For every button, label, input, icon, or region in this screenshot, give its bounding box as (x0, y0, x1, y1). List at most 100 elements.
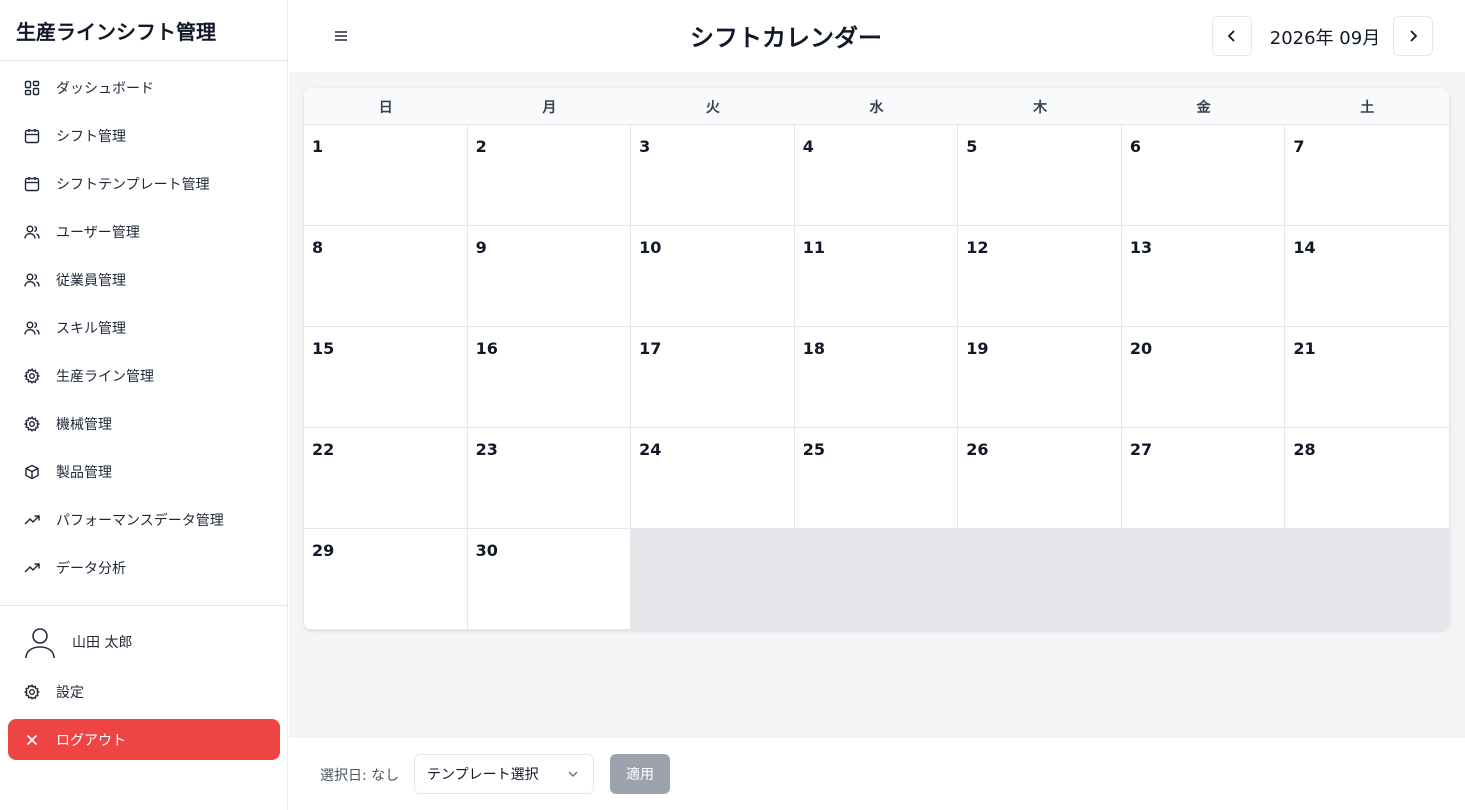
prev-month-button[interactable] (1212, 16, 1252, 56)
calendar-day-cell[interactable]: 11 (794, 226, 959, 327)
template-select-value: テンプレート選択 (427, 767, 539, 783)
users-icon (24, 224, 40, 240)
sidebar-item-shift-template[interactable]: シフトテンプレート管理 (8, 164, 280, 204)
sidebar: 生産ラインシフト管理 ダッシュボード シフト管理 シフトテンプレート管理 ユーザ… (0, 0, 288, 810)
sidebar-item-label: データ分析 (56, 561, 126, 577)
day-number: 23 (475, 440, 498, 459)
sidebar-item-label: 機械管理 (56, 417, 112, 433)
sidebar-item-production-lines[interactable]: 生産ライン管理 (8, 356, 280, 396)
calendar-day-cell[interactable]: 25 (794, 428, 959, 529)
calendar-icon (24, 176, 40, 192)
calendar-day-cell[interactable]: 8 (304, 226, 468, 327)
sidebar-item-products[interactable]: 製品管理 (8, 452, 280, 492)
sidebar-item-skills[interactable]: スキル管理 (8, 308, 280, 348)
calendar-day-cell[interactable]: 27 (1121, 428, 1286, 529)
next-month-button[interactable] (1393, 16, 1433, 56)
chevron-left-icon (1227, 29, 1237, 43)
day-number: 28 (1293, 440, 1316, 459)
calendar-day-cell[interactable]: 5 (958, 125, 1122, 226)
sidebar-item-employees[interactable]: 従業員管理 (8, 260, 280, 300)
calendar-day-cell[interactable]: 9 (467, 226, 632, 327)
calendar-day-cell[interactable]: 1 (304, 125, 468, 226)
calendar-day-cell[interactable]: 28 (1285, 428, 1449, 529)
gear-icon (24, 684, 40, 700)
logout-button[interactable]: ログアウト (8, 719, 280, 760)
weekday-label: 月 (542, 99, 557, 116)
calendar-day-cell[interactable]: 21 (1285, 327, 1449, 428)
day-number: 3 (639, 137, 651, 156)
sidebar-item-label: 設定 (56, 685, 84, 701)
shift-calendar: 日月火水木金土 1 2 3 4 5 6 7 8 9 10 11 12 13 14 15 16 17 18 19 20 2… (304, 88, 1449, 630)
dashboard-icon (24, 80, 40, 96)
calendar-day-cell[interactable]: 10 (631, 226, 795, 327)
calendar-day-cell[interactable]: 17 (631, 327, 795, 428)
sidebar-item-label: ダッシュボード (56, 81, 154, 97)
day-number: 24 (639, 440, 662, 459)
logout-label: ログアウト (56, 732, 126, 749)
trending-up-icon (24, 560, 40, 576)
calendar-day-cell[interactable]: 4 (794, 125, 959, 226)
day-number: 16 (475, 339, 498, 358)
day-number: 25 (802, 440, 825, 459)
calendar-day-cell[interactable]: 22 (304, 428, 468, 529)
box-icon (24, 464, 40, 480)
main-area: シフトカレンダー 2026年 09月 日月火水木金土 1 2 3 4 5 6 7 8 9 10 11… (289, 0, 1465, 810)
bottom-bar: 選択日: なし テンプレート選択 適用 (289, 738, 1465, 810)
close-icon (24, 732, 40, 748)
calendar-day-cell[interactable]: 20 (1121, 327, 1286, 428)
calendar-day-cell[interactable]: 14 (1285, 226, 1449, 327)
calendar-day-cell[interactable]: 29 (304, 529, 468, 630)
sidebar-divider-bottom (0, 605, 288, 606)
template-select[interactable]: テンプレート選択 (414, 754, 594, 794)
sidebar-item-performance-data[interactable]: パフォーマンスデータ管理 (8, 500, 280, 540)
sidebar-item-machines[interactable]: 機械管理 (8, 404, 280, 444)
calendar-day-cell[interactable]: 16 (467, 327, 632, 428)
day-number: 13 (1129, 238, 1153, 257)
calendar-day-cell[interactable]: 30 (467, 529, 632, 630)
sidebar-item-dashboard[interactable]: ダッシュボード (8, 68, 280, 108)
calendar-day-cell[interactable]: 24 (631, 428, 795, 529)
calendar-day-cell[interactable]: 7 (1285, 125, 1449, 226)
current-month: 2026年 09月 (1269, 28, 1381, 49)
weekday-label: 水 (869, 99, 884, 116)
sidebar-item-label: シフト管理 (56, 129, 126, 145)
calendar-day-cell[interactable]: 18 (794, 327, 959, 428)
day-number: 11 (802, 238, 825, 257)
trending-up-icon (24, 512, 40, 528)
calendar-day-cell[interactable]: 26 (958, 428, 1122, 529)
user-profile[interactable]: 山田 太郎 (8, 620, 280, 664)
day-number: 20 (1129, 339, 1153, 358)
weekday-header: 日月火水木金土 (304, 88, 1449, 125)
empty-days-filler (631, 529, 1449, 630)
day-number: 21 (1293, 339, 1316, 358)
day-number: 17 (639, 339, 662, 358)
sidebar-item-label: ユーザー管理 (56, 225, 140, 241)
calendar-day-cell[interactable]: 3 (631, 125, 795, 226)
gear-icon (24, 368, 40, 384)
calendar-day-cell[interactable]: 15 (304, 327, 468, 428)
day-number: 27 (1129, 440, 1153, 459)
chevron-right-icon (1408, 29, 1418, 43)
day-number: 30 (475, 541, 498, 560)
gear-icon (24, 416, 40, 432)
day-number: 9 (475, 238, 487, 257)
apply-button[interactable]: 適用 (610, 754, 670, 794)
sidebar-item-users[interactable]: ユーザー管理 (8, 212, 280, 252)
calendar-day-cell[interactable]: 23 (467, 428, 632, 529)
sidebar-item-data-analysis[interactable]: データ分析 (8, 548, 280, 588)
weekday-label: 日 (378, 99, 393, 116)
day-number: 26 (966, 440, 989, 459)
page-title: シフトカレンダー (690, 24, 882, 52)
sidebar-item-shift[interactable]: シフト管理 (8, 116, 280, 156)
calendar-day-cell[interactable]: 6 (1121, 125, 1286, 226)
day-number: 1 (312, 137, 324, 156)
weekday-label: 火 (705, 99, 720, 116)
calendar-day-cell[interactable]: 13 (1121, 226, 1286, 327)
top-bar: シフトカレンダー 2026年 09月 (289, 0, 1465, 72)
calendar-day-cell[interactable]: 2 (467, 125, 632, 226)
day-number: 19 (966, 339, 989, 358)
calendar-icon (24, 128, 40, 144)
calendar-day-cell[interactable]: 19 (958, 327, 1122, 428)
sidebar-item-settings[interactable]: 設定 (8, 672, 280, 712)
calendar-day-cell[interactable]: 12 (958, 226, 1122, 327)
